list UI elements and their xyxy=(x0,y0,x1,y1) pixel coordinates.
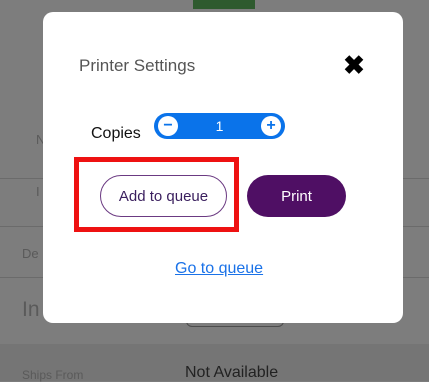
background-label: De xyxy=(22,246,39,261)
ships-from-label: Ships From xyxy=(22,368,84,382)
print-button[interactable]: Print xyxy=(247,175,346,217)
background-heading: In xyxy=(22,298,40,321)
printer-settings-modal: Printer Settings ✖ Copies − 1 + Add to q… xyxy=(43,12,403,323)
close-icon[interactable]: ✖ xyxy=(339,50,369,80)
copies-label: Copies xyxy=(91,125,141,142)
modal-title: Printer Settings xyxy=(79,56,196,75)
background-header-block xyxy=(193,0,255,9)
go-to-queue-link[interactable]: Go to queue xyxy=(175,260,263,278)
background-label: I xyxy=(36,184,40,199)
plus-icon[interactable]: + xyxy=(261,116,281,136)
add-to-queue-button[interactable]: Add to queue xyxy=(100,175,227,217)
copies-stepper: − 1 + xyxy=(154,113,285,139)
ships-from-value: Not Available xyxy=(185,364,279,381)
